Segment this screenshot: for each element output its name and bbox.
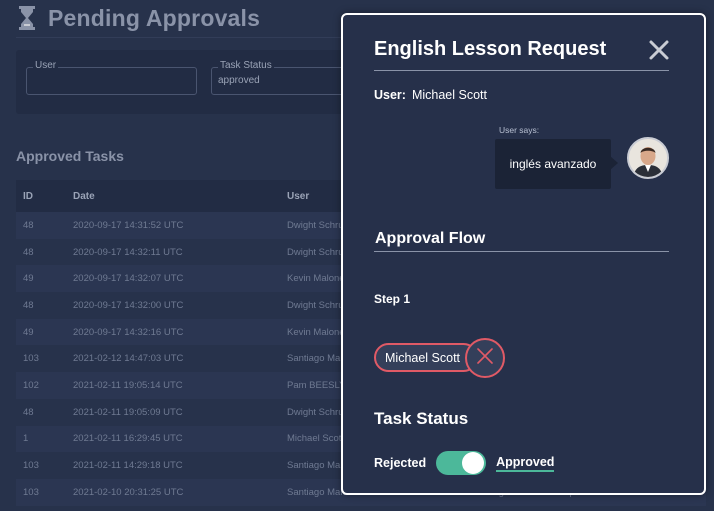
column-header-date: Date <box>73 190 95 202</box>
row-date: 2020-09-17 14:32:07 UTC <box>73 273 184 285</box>
approver-chip: Michael Scott <box>374 343 478 372</box>
message-bubble-tail <box>610 156 618 170</box>
hourglass-icon <box>16 5 38 31</box>
modal-user-name: Michael Scott <box>411 88 487 102</box>
message-text: inglés avanzado <box>509 157 597 171</box>
row-date: 2020-09-17 14:32:11 UTC <box>73 246 183 258</box>
row-id: 102 <box>23 379 39 391</box>
approved-tasks-title: Approved Tasks <box>16 148 124 164</box>
row-id: 103 <box>23 353 39 365</box>
column-header-id: ID <box>23 190 33 202</box>
modal-user-row: User: Michael Scott <box>374 88 487 102</box>
row-id: 49 <box>23 326 34 338</box>
row-date: 2021-02-11 19:05:09 UTC <box>73 406 183 418</box>
row-id: 48 <box>23 219 34 231</box>
modal-title-divider <box>374 70 669 71</box>
row-date: 2021-02-11 14:29:18 UTC <box>73 460 183 472</box>
message-bubble: inglés avanzado <box>495 139 611 189</box>
row-id: 48 <box>23 299 34 311</box>
user-filter-label: User <box>33 60 59 71</box>
row-id: 48 <box>23 246 34 258</box>
row-date: 2021-02-10 20:31:25 UTC <box>73 486 184 498</box>
row-date: 2020-09-17 14:31:52 UTC <box>73 219 184 231</box>
status-toggle-row: Rejected Approved <box>374 451 555 475</box>
row-id: 49 <box>23 273 34 285</box>
task-detail-modal: English Lesson Request User: Michael Scot… <box>341 13 706 495</box>
row-id: 103 <box>23 460 39 472</box>
toggle-rejected-label: Rejected <box>374 456 427 470</box>
row-date: 2021-02-12 14:47:03 UTC <box>73 353 184 365</box>
close-icon[interactable] <box>648 39 670 61</box>
toggle-approved-label: Approved <box>496 455 555 472</box>
step-label: Step 1 <box>374 292 411 306</box>
status-toggle[interactable] <box>436 451 487 475</box>
task-status-title: Task Status <box>374 409 469 428</box>
modal-title: English Lesson Request <box>374 38 607 60</box>
page-title: Pending Approvals <box>48 4 261 31</box>
row-date: 2021-02-11 16:29:45 UTC <box>73 433 183 445</box>
row-id: 103 <box>23 486 39 498</box>
avatar <box>627 137 669 179</box>
remove-approver-button[interactable] <box>465 338 505 378</box>
approval-flow-title: Approval Flow <box>375 230 486 247</box>
row-date: 2021-02-11 19:05:14 UTC <box>73 379 183 391</box>
task-status-filter-label: Task Status <box>218 60 274 71</box>
page-header: Pending Approvals <box>16 2 260 34</box>
task-status-filter-value: approved <box>218 75 260 86</box>
approval-flow-divider <box>374 251 669 252</box>
toggle-knob <box>462 452 485 474</box>
row-id: 1 <box>23 433 29 445</box>
approver-name: Michael Scott <box>385 350 461 365</box>
row-id: 48 <box>23 406 34 418</box>
row-date: 2020-09-17 14:32:00 UTC <box>73 299 184 311</box>
remove-x-icon <box>477 347 493 369</box>
row-date: 2020-09-17 14:32:16 UTC <box>73 326 184 338</box>
modal-user-label: User: <box>374 88 406 102</box>
task-status-filter-field[interactable]: Task Status approved <box>211 60 361 95</box>
user-says-label: User says: <box>499 125 540 135</box>
user-filter-field[interactable]: User <box>26 60 197 95</box>
